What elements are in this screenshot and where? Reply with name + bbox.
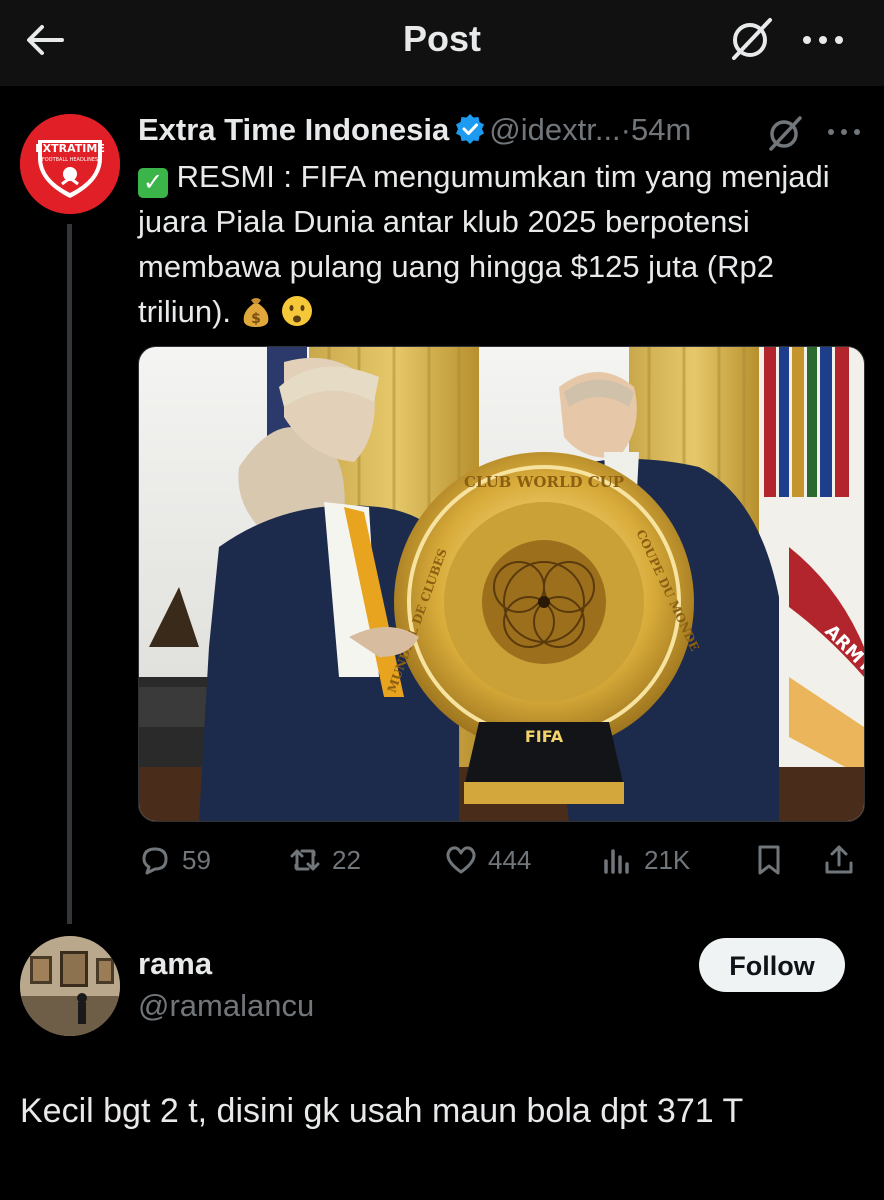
trophy-photo: ARMY CLUB WORLD CUP COUPE DU MONDE MUNDI…	[139, 347, 864, 821]
thread-connector-line	[67, 224, 72, 924]
tweet-action-bar: 59 22 444 21K	[138, 838, 863, 882]
more-horizontal-icon[interactable]	[800, 30, 846, 50]
tweet-image[interactable]: ARMY CLUB WORLD CUP COUPE DU MONDE MUNDI…	[138, 346, 865, 822]
reply-count: 59	[182, 844, 211, 875]
logo-subtext: FOOTBALL HEADLINES	[42, 157, 98, 163]
frowning-face-emoji-icon	[282, 296, 313, 326]
bookmark-button[interactable]	[752, 838, 796, 882]
heart-icon	[446, 846, 476, 874]
reply-user-name[interactable]: rama	[138, 946, 212, 982]
check-mark-emoji-icon: ✓	[138, 168, 168, 198]
author-name[interactable]: Extra Time Indonesia	[138, 112, 449, 147]
reply-text: Kecil bgt 2 t, disini gk usah maun bola …	[20, 1092, 744, 1130]
repost-icon	[290, 849, 320, 871]
repost-count: 22	[332, 844, 361, 875]
views-button[interactable]: 21K	[600, 838, 690, 882]
more-horizontal-icon[interactable]	[826, 124, 862, 140]
like-count: 444	[488, 844, 532, 875]
separator-dot: ·	[620, 112, 631, 147]
reply-icon	[142, 847, 168, 875]
tweet-text: ✓ RESMI : FIFA mengumumkan tim yang menj…	[138, 154, 868, 334]
money-bag-emoji-icon: $	[243, 298, 268, 327]
verified-badge-icon	[456, 114, 485, 144]
top-navigation-bar: Post	[0, 0, 884, 86]
like-button[interactable]: 444	[444, 838, 531, 882]
views-count: 21K	[644, 844, 691, 875]
reply-button[interactable]: 59	[138, 838, 211, 882]
reply-user-avatar[interactable]	[20, 936, 120, 1036]
grok-icon[interactable]	[728, 16, 774, 62]
author-handle[interactable]: @idextr...	[489, 112, 620, 147]
grok-icon[interactable]	[766, 114, 804, 152]
reply-user-handle[interactable]: @ramalancu	[138, 988, 314, 1024]
author-avatar[interactable]: EXTRATIME FOOTBALL HEADLINES	[20, 114, 120, 214]
svg-text:$: $	[251, 311, 261, 327]
bookmark-icon	[758, 845, 780, 875]
views-chart-icon	[604, 849, 629, 874]
trophy-base-text: FIFA	[525, 727, 564, 746]
share-button[interactable]	[822, 838, 866, 882]
gallery-avatar-image	[20, 936, 120, 1036]
post-time[interactable]: 54m	[631, 112, 691, 147]
extratime-logo: EXTRATIME FOOTBALL HEADLINES	[20, 114, 120, 214]
repost-button[interactable]: 22	[288, 838, 361, 882]
follow-button[interactable]: Follow	[699, 938, 845, 992]
trophy-top-text: CLUB WORLD CUP	[464, 473, 624, 491]
tweet-header: Extra Time Indonesia @idextr...·54m	[138, 112, 691, 152]
logo-text: EXTRATIME	[35, 142, 105, 155]
share-icon	[825, 845, 853, 874]
